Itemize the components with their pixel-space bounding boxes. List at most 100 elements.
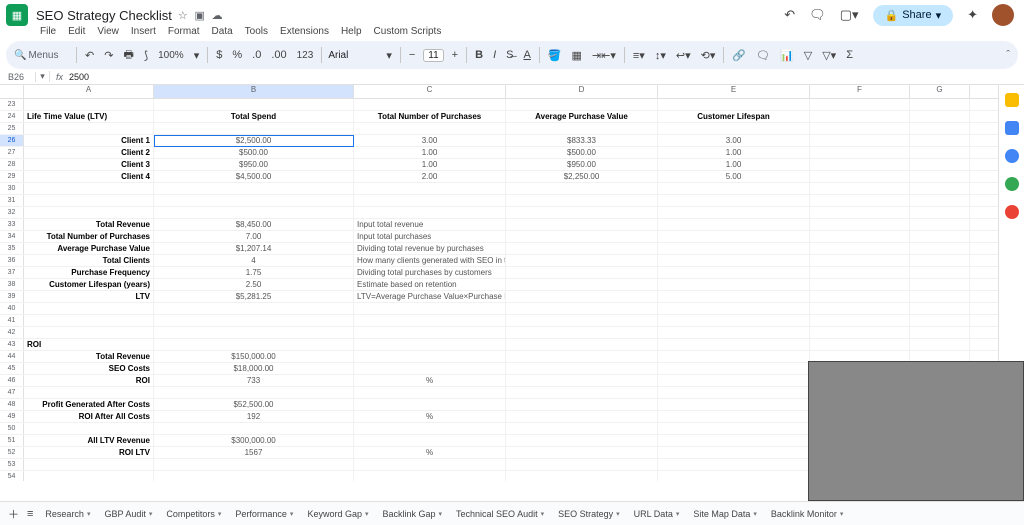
cell[interactable]: 3.00 bbox=[658, 135, 810, 146]
cell[interactable]: How many clients generated with SEO in t… bbox=[354, 255, 506, 266]
cell[interactable]: $5,281.25 bbox=[154, 291, 354, 302]
cell[interactable] bbox=[810, 291, 910, 302]
cell[interactable]: 1.00 bbox=[354, 147, 506, 158]
cell[interactable] bbox=[354, 183, 506, 194]
cell[interactable] bbox=[506, 255, 658, 266]
menu-view[interactable]: View bbox=[97, 26, 119, 37]
cell[interactable] bbox=[810, 111, 910, 122]
cell[interactable]: % bbox=[354, 375, 506, 386]
filter-icon[interactable]: ▽ bbox=[802, 49, 814, 62]
cell[interactable]: 1.00 bbox=[354, 159, 506, 170]
cell[interactable] bbox=[910, 99, 970, 110]
cell[interactable] bbox=[658, 255, 810, 266]
keep-icon[interactable] bbox=[1005, 93, 1019, 107]
row-header[interactable]: 39 bbox=[0, 291, 24, 302]
cell[interactable] bbox=[506, 315, 658, 326]
chart-icon[interactable]: 📊 bbox=[778, 49, 796, 62]
cell[interactable] bbox=[658, 363, 810, 374]
cell[interactable]: Input total revenue bbox=[354, 219, 506, 230]
cell[interactable] bbox=[154, 315, 354, 326]
redo-icon[interactable]: ↷ bbox=[102, 49, 115, 62]
bold-icon[interactable]: B bbox=[473, 49, 485, 61]
menu-insert[interactable]: Insert bbox=[131, 26, 156, 37]
cell[interactable] bbox=[658, 459, 810, 470]
cell[interactable] bbox=[506, 351, 658, 362]
cell[interactable]: $2,250.00 bbox=[506, 171, 658, 182]
name-box-dropdown-icon[interactable]: ▾ bbox=[36, 71, 50, 82]
cell[interactable] bbox=[658, 219, 810, 230]
cell[interactable]: 2.50 bbox=[154, 279, 354, 290]
cell[interactable] bbox=[658, 423, 810, 434]
cell[interactable] bbox=[910, 159, 970, 170]
cell[interactable]: $150,000.00 bbox=[154, 351, 354, 362]
cell[interactable] bbox=[154, 459, 354, 470]
cell[interactable] bbox=[910, 183, 970, 194]
comment-ins-icon[interactable]: 🗨 bbox=[754, 49, 772, 62]
comment-icon[interactable]: 🗨 bbox=[809, 7, 826, 23]
cell[interactable] bbox=[506, 459, 658, 470]
cell[interactable] bbox=[354, 363, 506, 374]
maps-icon[interactable] bbox=[1005, 205, 1019, 219]
wrap-icon[interactable]: ↩▾ bbox=[674, 49, 693, 62]
row-header[interactable]: 29 bbox=[0, 171, 24, 182]
row-header[interactable]: 50 bbox=[0, 423, 24, 434]
menu-format[interactable]: Format bbox=[168, 26, 200, 37]
menu-tools[interactable]: Tools bbox=[245, 26, 268, 37]
cell[interactable] bbox=[506, 303, 658, 314]
cell[interactable] bbox=[506, 219, 658, 230]
row-header[interactable]: 28 bbox=[0, 159, 24, 170]
cell[interactable] bbox=[658, 267, 810, 278]
cell[interactable] bbox=[506, 243, 658, 254]
col-header-D[interactable]: D bbox=[506, 85, 658, 98]
cell[interactable] bbox=[24, 303, 154, 314]
cell[interactable]: Total Number of Purchases bbox=[354, 111, 506, 122]
cell[interactable] bbox=[658, 207, 810, 218]
cell[interactable] bbox=[658, 327, 810, 338]
row-header[interactable]: 31 bbox=[0, 195, 24, 206]
cell[interactable]: LTV=Average Purchase Value×Purchase Freq… bbox=[354, 291, 506, 302]
cell[interactable] bbox=[24, 123, 154, 134]
cell[interactable] bbox=[910, 339, 970, 350]
col-header-E[interactable]: E bbox=[658, 85, 810, 98]
cell[interactable] bbox=[658, 195, 810, 206]
cell[interactable] bbox=[506, 447, 658, 458]
cell[interactable] bbox=[154, 303, 354, 314]
cell[interactable] bbox=[354, 339, 506, 350]
menu-data[interactable]: Data bbox=[212, 26, 233, 37]
add-sheet-icon[interactable]: ＋ bbox=[6, 506, 21, 522]
cell[interactable]: $2,500.00 bbox=[154, 135, 354, 146]
size-inc-icon[interactable]: + bbox=[450, 49, 460, 61]
cell[interactable] bbox=[154, 195, 354, 206]
row-header[interactable]: 48 bbox=[0, 399, 24, 410]
col-header-F[interactable]: F bbox=[810, 85, 910, 98]
cell[interactable]: Total Clients bbox=[24, 255, 154, 266]
cell[interactable] bbox=[810, 123, 910, 134]
row-header[interactable]: 24 bbox=[0, 111, 24, 122]
cell[interactable] bbox=[910, 291, 970, 302]
row-header[interactable]: 42 bbox=[0, 327, 24, 338]
cell[interactable]: $500.00 bbox=[154, 147, 354, 158]
sheet-tab[interactable]: GBP Audit ▾ bbox=[98, 506, 158, 522]
cell[interactable] bbox=[658, 399, 810, 410]
cell[interactable]: ROI After All Costs bbox=[24, 411, 154, 422]
sheet-tab[interactable]: URL Data ▾ bbox=[628, 506, 686, 522]
cell[interactable]: 7.00 bbox=[154, 231, 354, 242]
cell[interactable] bbox=[506, 411, 658, 422]
italic-icon[interactable]: I bbox=[491, 49, 498, 61]
cell[interactable] bbox=[506, 195, 658, 206]
cell[interactable] bbox=[24, 315, 154, 326]
contacts-icon[interactable] bbox=[1005, 177, 1019, 191]
halign-icon[interactable]: ≡▾ bbox=[631, 49, 647, 62]
cell[interactable] bbox=[810, 171, 910, 182]
cell[interactable]: Dividing total purchases by customers bbox=[354, 267, 506, 278]
cell[interactable] bbox=[810, 339, 910, 350]
tasks-icon[interactable] bbox=[1005, 149, 1019, 163]
cell[interactable]: $4,500.00 bbox=[154, 171, 354, 182]
cell[interactable] bbox=[658, 279, 810, 290]
cell[interactable] bbox=[810, 315, 910, 326]
currency-icon[interactable]: $ bbox=[214, 49, 224, 61]
cell[interactable] bbox=[810, 243, 910, 254]
cell[interactable] bbox=[506, 183, 658, 194]
text-color-icon[interactable]: A bbox=[521, 49, 532, 61]
size-dec-icon[interactable]: − bbox=[407, 49, 417, 61]
